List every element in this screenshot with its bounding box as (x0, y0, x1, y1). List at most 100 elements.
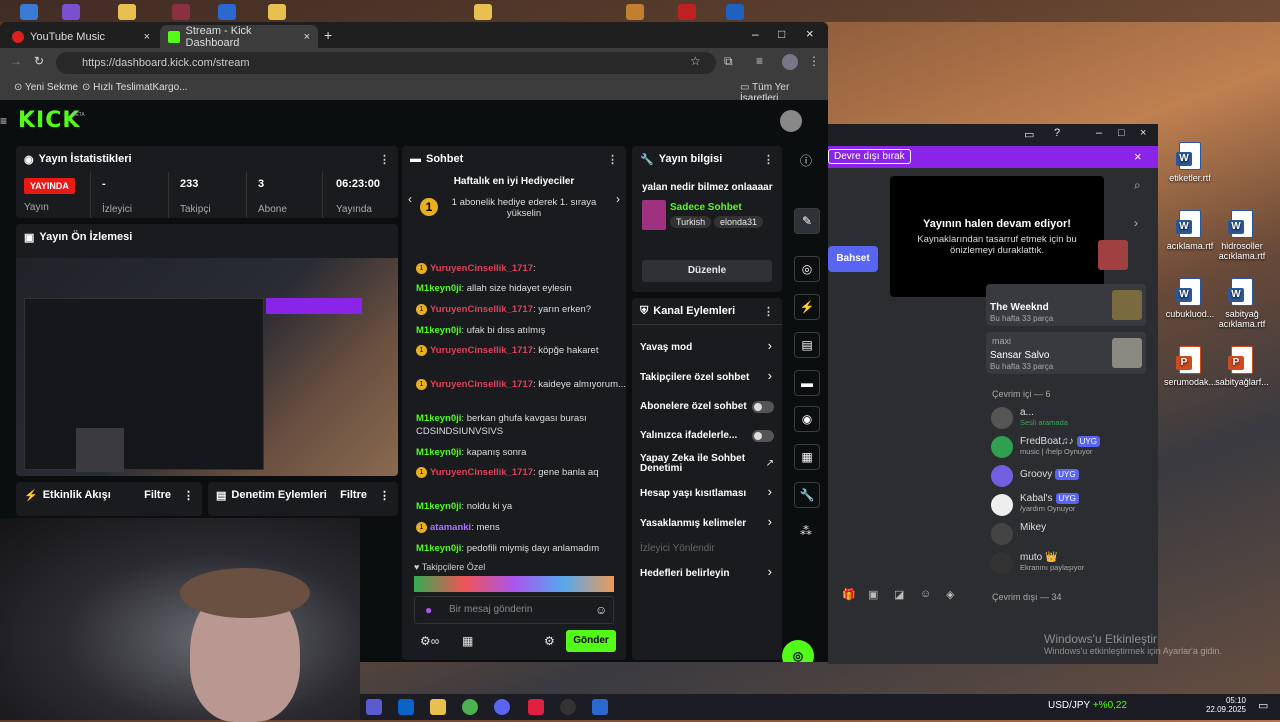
inbox-icon[interactable]: ▭ (1024, 128, 1034, 141)
chevron-right-icon[interactable]: › (768, 368, 772, 383)
member-item[interactable]: FredBoat♫♪ UYG music | /help Oynuyor (1020, 436, 1100, 456)
close-tab-icon[interactable]: × (144, 31, 150, 43)
external-link-icon[interactable]: ↗ (766, 458, 774, 469)
emotes-only-toggle[interactable] (752, 430, 774, 442)
subscribers-only-toggle[interactable] (752, 401, 774, 413)
chat-username[interactable]: YuruyenCinsellik_1717 (430, 467, 533, 478)
menu-icon[interactable]: ⋮ (808, 54, 820, 68)
desktop-file[interactable]: Whidrosoller acıklama.rtf (1202, 210, 1280, 261)
folder-icon[interactable] (118, 4, 136, 20)
member-item[interactable]: Kabal's UYG/yardım Oynuyor (1020, 493, 1079, 513)
desktop-file[interactable]: Psabityağlarf... (1202, 346, 1280, 387)
chevron-right-icon[interactable]: › (1134, 216, 1138, 230)
extensions-icon[interactable]: ⧉ (724, 54, 733, 69)
bookmark-star-icon[interactable]: ☆ (690, 54, 701, 68)
forward-icon[interactable]: → (10, 54, 22, 68)
edit-icon[interactable]: ✎ (794, 208, 820, 234)
address-bar[interactable]: https://dashboard.kick.com/stream (56, 52, 716, 74)
app-icon[interactable] (528, 699, 544, 715)
banned-words-item[interactable]: Yasaklanmış kelimeler (640, 518, 780, 529)
app-icon[interactable] (172, 4, 190, 20)
bookmark-item[interactable]: ⊙ Yeni Sekme (14, 82, 78, 93)
music-card[interactable]: The Weeknd Bu hafta 33 parça (986, 284, 1146, 326)
chat-message[interactable]: 1 atamanki: mens (416, 521, 626, 534)
minimize-icon[interactable]: – (752, 27, 759, 41)
copilot-icon[interactable] (366, 699, 382, 715)
settings-icon[interactable]: ⚙∞ (420, 634, 439, 648)
member-item[interactable]: Mikey (1020, 522, 1046, 533)
chevron-left-icon[interactable]: ‹ (408, 192, 412, 206)
info-icon[interactable]: ⓘ (800, 152, 812, 169)
chat-username[interactable]: M1keyn0ji (416, 283, 461, 294)
chevron-right-icon[interactable]: › (616, 192, 620, 206)
bookmark-item[interactable]: ⊙ Hızlı TeslimatKargo... (82, 82, 187, 93)
close-icon[interactable]: × (1134, 149, 1142, 164)
avatar[interactable] (780, 110, 802, 132)
outlook-icon[interactable] (398, 699, 414, 715)
chat-message[interactable]: M1keyn0ji: berkan ghufa kavgası burası C… (416, 412, 626, 438)
maximize-icon[interactable]: □ (778, 27, 785, 41)
edit-button[interactable]: Düzenle (642, 260, 772, 282)
app-icon[interactable] (726, 4, 744, 20)
chevron-right-icon[interactable]: › (768, 338, 772, 353)
folder-icon[interactable] (20, 4, 38, 20)
tab-kick-dashboard[interactable]: Stream - Kick Dashboard × (160, 25, 318, 49)
profile-avatar[interactable] (782, 54, 798, 70)
layout-icon[interactable]: ▦ (794, 444, 820, 470)
chrome-icon[interactable] (462, 699, 478, 715)
more-icon[interactable]: ⋮ (763, 153, 774, 166)
chat-username[interactable]: YuruyenCinsellik_1717 (430, 345, 533, 356)
help-icon[interactable]: ? (1054, 127, 1060, 139)
disable-preview-button[interactable]: Devre dışı bırak (828, 149, 911, 164)
slow-mode-item[interactable]: Yavaş mod (640, 342, 780, 353)
more-icon[interactable]: ⋮ (607, 153, 618, 166)
chat-message[interactable]: 1 YuruyenCinsellik_1717: kaideye almıyoru… (416, 378, 626, 391)
chat-message[interactable]: 1 YuruyenCinsellik_1717: yarın erken? (416, 303, 626, 316)
chat-message[interactable]: 1 YuruyenCinsellik_1717: gene banla aq (416, 466, 626, 479)
filter-button[interactable]: Filtre (144, 489, 171, 501)
app-icon[interactable] (678, 4, 696, 20)
chat-username[interactable]: YuruyenCinsellik_1717 (430, 379, 533, 390)
chat-message[interactable]: M1keyn0ji: ufak bi dıss atılmış (416, 324, 626, 337)
notification-icon[interactable]: ▭ (1258, 699, 1268, 712)
folder-icon[interactable] (430, 699, 446, 715)
tab-youtube-music[interactable]: YouTube Music × (4, 25, 158, 48)
discord-icon[interactable] (494, 699, 510, 715)
filter-button[interactable]: Filtre (340, 489, 367, 501)
close-icon[interactable]: × (1140, 127, 1146, 139)
media-icon[interactable]: ≡ (756, 54, 763, 68)
target-icon[interactable]: ◎ (794, 256, 820, 282)
chat-message[interactable]: M1keyn0ji: kapanış sonra (416, 446, 626, 459)
search-icon[interactable]: ⌕ (1134, 178, 1141, 193)
more-icon[interactable]: ⋮ (379, 489, 390, 502)
more-icon[interactable]: ⋮ (379, 153, 390, 166)
member-item[interactable]: a... Sesli aramada (1020, 407, 1068, 427)
emoji-icon[interactable]: ☺ (920, 588, 931, 600)
chevron-right-icon[interactable]: › (768, 514, 772, 529)
close-tab-icon[interactable]: × (304, 31, 310, 43)
chat-username[interactable]: atamanki (430, 522, 471, 533)
gif-icon[interactable]: ▣ (868, 588, 878, 601)
minimize-icon[interactable]: – (1096, 127, 1102, 139)
clipboard-icon[interactable]: ▤ (794, 332, 820, 358)
followers-only-item[interactable]: Takipçilere özel sohbet (640, 372, 780, 383)
clock[interactable]: 05:10 22.09.2025 (1196, 696, 1246, 714)
activity-icon[interactable]: ◈ (946, 588, 954, 601)
chat-username[interactable]: M1keyn0ji (416, 543, 461, 554)
new-tab-button[interactable]: + (324, 27, 332, 43)
more-icon[interactable]: ⋮ (763, 305, 774, 318)
broadcast-icon[interactable]: ◉ (794, 406, 820, 432)
emote-row[interactable] (414, 576, 614, 592)
desktop-file[interactable]: Wsabityağ acıklama.rtf (1202, 278, 1280, 329)
chat-username[interactable]: YuruyenCinsellik_1717 (430, 263, 533, 274)
wrench-icon[interactable]: 🔧 (794, 482, 820, 508)
menu-icon[interactable]: ≡ (0, 114, 7, 128)
emoji-icon[interactable]: ☺ (595, 603, 607, 617)
store-icon[interactable]: ▦ (462, 634, 473, 648)
member-item[interactable]: Groovy UYG (1020, 469, 1079, 480)
app-icon[interactable] (218, 4, 236, 20)
chat-username[interactable]: M1keyn0ji (416, 501, 461, 512)
mic-icon[interactable]: ● (425, 603, 432, 617)
support-icon[interactable]: ◎ (782, 640, 814, 662)
chat-input[interactable]: ● Bir mesaj gönderin ☺ (414, 596, 614, 624)
